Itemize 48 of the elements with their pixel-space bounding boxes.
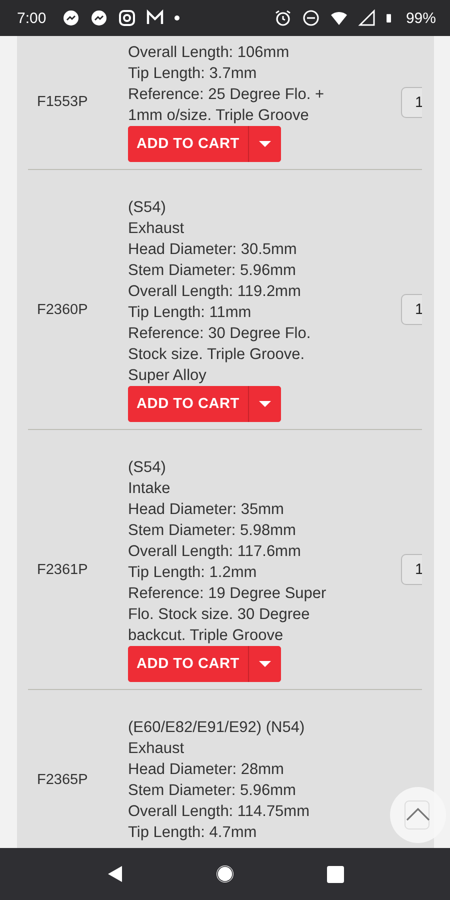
spec-text: Tip Length: 4.7mm (128, 823, 258, 843)
spec-text: Stem Diameter: 5.98mm (128, 521, 297, 541)
spec-text: Intake (128, 479, 172, 499)
alarm-icon (274, 9, 292, 27)
messenger-icon (90, 9, 108, 27)
spec-text: Overall Length: 117.6mm (128, 542, 302, 562)
circle-icon (214, 863, 236, 885)
status-time: 7:00 (17, 10, 46, 26)
spec-text: Tip Length: 3.7mm (128, 64, 258, 84)
caret-icon (259, 660, 271, 668)
part-number: F1553P (36, 94, 89, 110)
spec-text: Reference: 19 Degree Super Flo. Stock size. 30 Degree backcut. Triple Groove (128, 584, 328, 646)
messenger-icon (62, 9, 80, 27)
dropdown-button[interactable] (248, 126, 281, 162)
triangle-icon (107, 865, 123, 883)
square-icon (326, 866, 344, 882)
signal-icon (358, 9, 376, 27)
part-number: F2360P (36, 302, 89, 318)
spec-text: Reference: 30 Degree Flo. Stock size. Triple Groove. Super Alloy (128, 324, 312, 386)
battery-level: 99% (406, 10, 436, 26)
minus-circle-icon (302, 9, 320, 27)
part-number: F2361P (36, 562, 89, 578)
chevron-up-icon (404, 800, 432, 830)
spec-text: Tip Length: 11mm (128, 303, 252, 323)
spec-text: Tip Length: 1.2mm (128, 563, 258, 583)
spec-text: Exhaust (128, 219, 186, 239)
dropdown-button[interactable] (248, 646, 281, 682)
spec-text: (E60/E82/E91/E92) (N54) (128, 718, 306, 738)
spec-text: (S54) (128, 198, 167, 218)
spec-text: Stem Diameter: 5.96mm (128, 781, 297, 801)
spec-text: Stem Diameter: 5.96mm (128, 261, 297, 281)
caret-icon (259, 400, 271, 408)
spec-text: Exhaust (128, 739, 186, 759)
spec-text: Overall Length: 106mm (128, 43, 290, 63)
mail-icon (146, 9, 164, 27)
part-number: F2365P (36, 772, 89, 788)
camera-icon (118, 9, 136, 27)
spec-text: (S54) (128, 458, 167, 478)
spec-text: Reference: 25 Degree Flo. + 1mm o/size. Triple Groove (128, 85, 326, 126)
dropdown-button[interactable] (248, 386, 281, 422)
spec-text: Head Diameter: 30.5mm (128, 240, 298, 260)
spec-text: Overall Length: 119.2mm (128, 282, 302, 302)
spec-text: Head Diameter: 35mm (128, 500, 285, 520)
dot-icon (174, 15, 180, 21)
caret-icon (259, 140, 271, 148)
wifi-icon (330, 9, 348, 27)
spec-text: Head Diameter: 28mm (128, 760, 285, 780)
spec-text: Overall Length: 114.75mm (128, 802, 311, 822)
